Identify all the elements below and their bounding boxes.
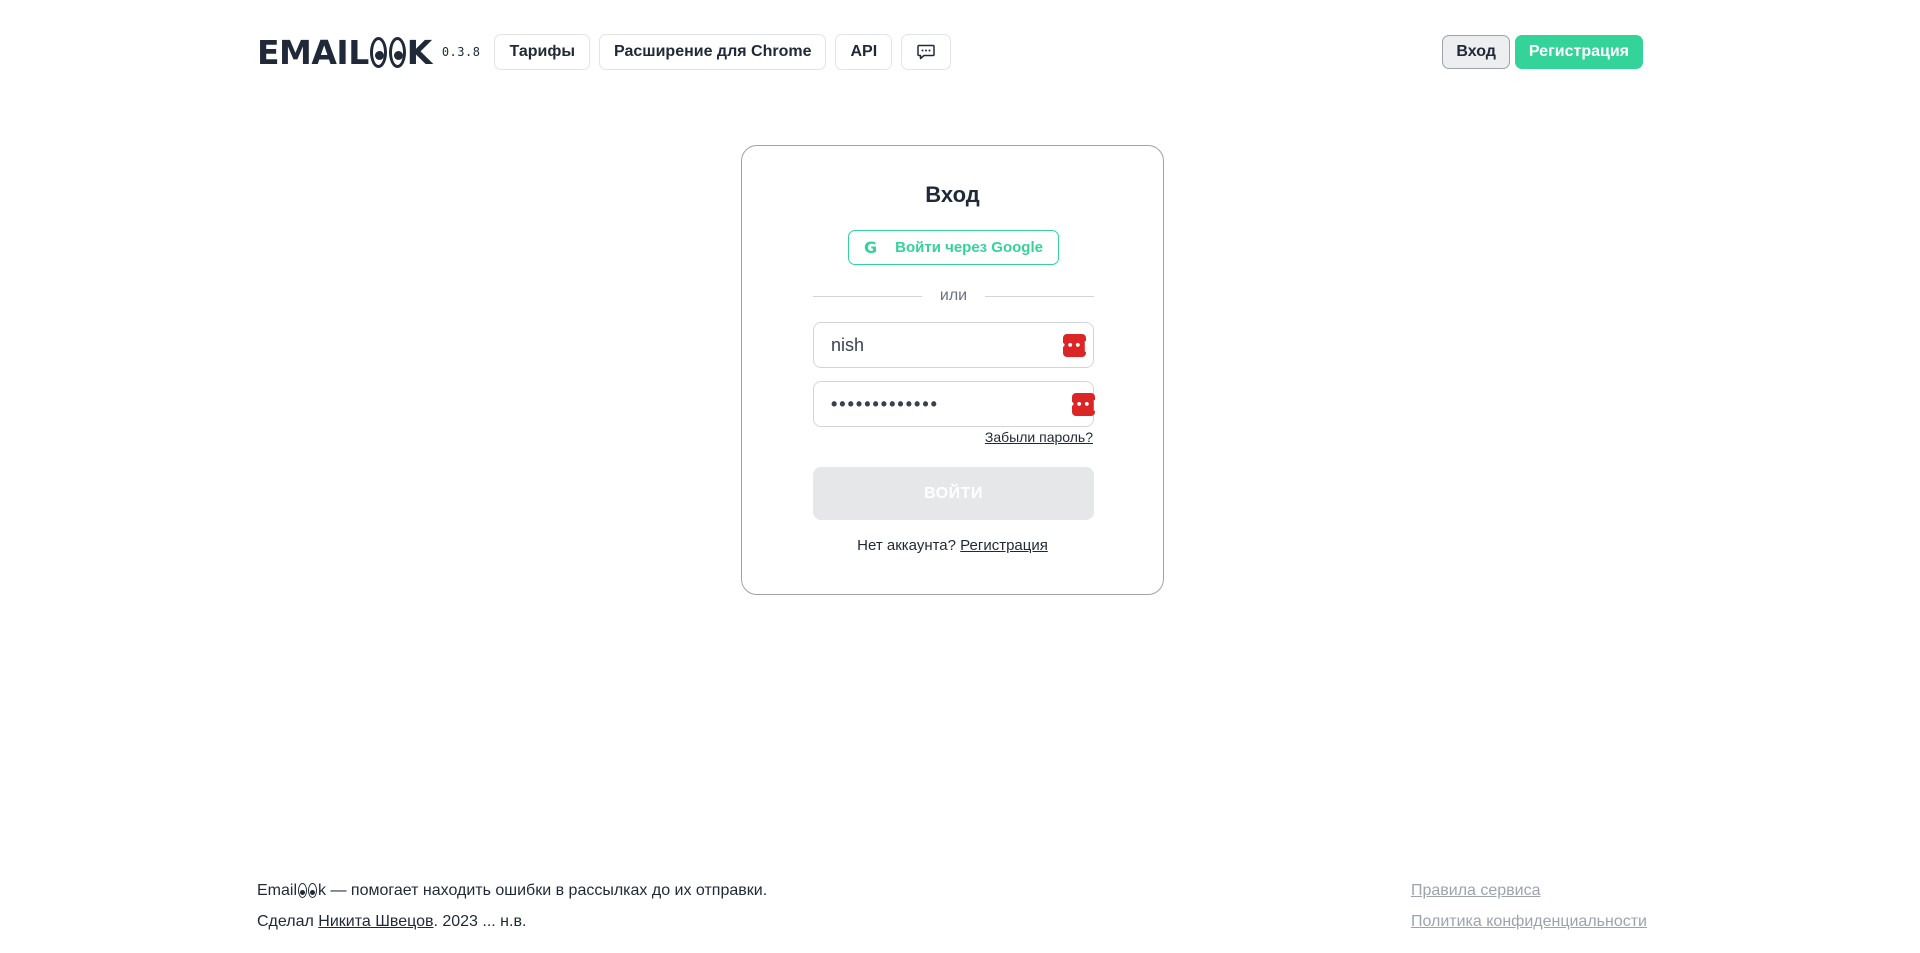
google-icon: G (864, 238, 878, 257)
footer-tagline: Email k — помогает находить ошибки в рас… (257, 875, 767, 906)
username-input[interactable] (831, 334, 1063, 356)
footer-credits: Сделал Никита Швецов . 2023 ... н.в. (257, 906, 767, 937)
chat-icon (917, 44, 935, 60)
login-card: Вход G Войти через Google или •••| •••| … (741, 145, 1164, 595)
header: EMAIL K 0.3.8 Тарифы Расширение для Chro… (257, 34, 1643, 70)
google-login-label: Войти через Google (895, 239, 1043, 256)
privacy-link[interactable]: Политика конфиденциальности (1411, 913, 1647, 931)
header-register-button[interactable]: Регистрация (1514, 35, 1643, 69)
login-title: Вход (925, 182, 980, 207)
password-manager-icon[interactable]: •••| (1059, 333, 1089, 357)
logo-text-right: K (406, 32, 433, 72)
username-field[interactable]: •••| (813, 322, 1094, 368)
nav-api-button[interactable]: API (835, 34, 893, 70)
google-login-button[interactable]: G Войти через Google (848, 230, 1059, 265)
footer-brand-left: Email (257, 882, 298, 899)
author-link[interactable]: Никита Швецов (318, 912, 433, 931)
terms-link[interactable]: Правила сервиса (1411, 882, 1541, 900)
logo-text-left: EMAIL (257, 32, 369, 72)
footer-eyes-icon (298, 883, 318, 898)
footer-brand-right: k (318, 882, 327, 899)
version-label: 0.3.8 (441, 45, 481, 59)
footer-left: Email k — помогает находить ошибки в рас… (257, 875, 767, 937)
logo-eyes-icon (369, 36, 406, 68)
no-account-text: Нет аккаунта? (857, 537, 956, 554)
footer-years: . 2023 ... н.в. (433, 913, 527, 930)
forgot-password-link[interactable]: Забыли пароль? (985, 429, 1093, 445)
chat-button[interactable] (901, 34, 952, 70)
password-manager-icon[interactable]: •••| (1068, 392, 1098, 416)
header-actions: Вход Регистрация (1442, 35, 1643, 69)
footer-tagline-text: — помогает находить ошибки в рассылках д… (326, 882, 768, 899)
nav-chrome-extension-button[interactable]: Расширение для Chrome (598, 34, 827, 70)
no-account-row: Нет аккаунта? Регистрация (742, 537, 1163, 554)
or-divider-text: или (939, 287, 968, 304)
password-input[interactable] (831, 393, 1072, 415)
submit-login-button[interactable]: ВОЙТИ (813, 467, 1094, 520)
page: EMAIL K 0.3.8 Тарифы Расширение для Chro… (0, 0, 1920, 953)
nav-pricing-button[interactable]: Тарифы (494, 34, 590, 70)
header-login-button[interactable]: Вход (1442, 35, 1510, 69)
logo[interactable]: EMAIL K (257, 36, 432, 69)
password-field[interactable]: •••| (813, 381, 1098, 427)
footer-right: Правила сервиса Политика конфиденциально… (1411, 875, 1647, 937)
footer-made-by: Сделал (257, 913, 319, 930)
or-divider: или (813, 286, 1094, 306)
register-link[interactable]: Регистрация (960, 537, 1048, 554)
